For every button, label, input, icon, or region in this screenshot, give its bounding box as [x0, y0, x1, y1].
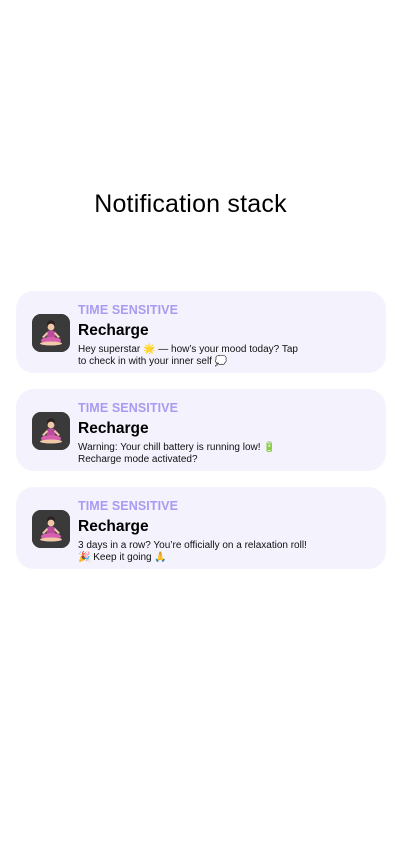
notification-body: Hey superstar 🌟 — how’s your mood today?… — [78, 344, 298, 367]
meditation-icon — [32, 510, 70, 548]
meditation-icon — [32, 412, 70, 450]
notification-body: Warning: Your chill battery is running l… — [78, 442, 276, 465]
meditation-icon — [32, 314, 70, 352]
notification-title: Recharge — [78, 322, 149, 339]
page-title: Notification stack — [94, 190, 287, 218]
time-sensitive-label: TIME SENSITIVE — [78, 499, 179, 513]
notification-body: 3 days in a row? You’re officially on a … — [78, 540, 307, 563]
time-sensitive-label: TIME SENSITIVE — [78, 401, 179, 415]
notification-card[interactable]: TIME SENSITIVE Recharge 3 days in a row?… — [16, 487, 386, 569]
notification-title: Recharge — [78, 518, 149, 535]
notification-title: Recharge — [78, 420, 149, 437]
notification-card[interactable]: TIME SENSITIVE Recharge Warning: Your ch… — [16, 389, 386, 471]
notification-card[interactable]: TIME SENSITIVE Recharge Hey superstar 🌟 … — [16, 291, 386, 373]
time-sensitive-label: TIME SENSITIVE — [78, 303, 179, 317]
notification-stack: TIME SENSITIVE Recharge Hey superstar 🌟 … — [16, 291, 386, 585]
